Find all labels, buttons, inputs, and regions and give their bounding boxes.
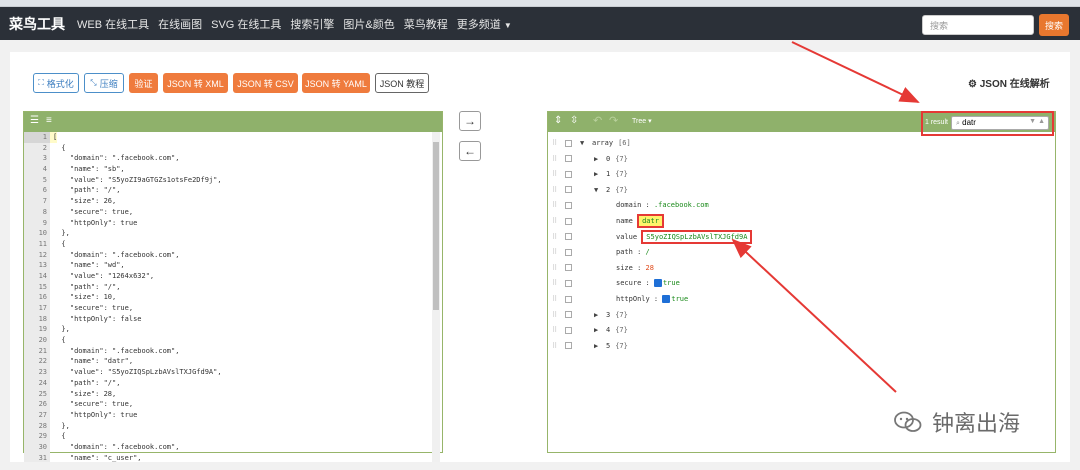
wechat-icon: [894, 411, 922, 432]
annotation-arrow-to-filter: [791, 41, 920, 103]
annotation-arrow-to-value: [731, 238, 897, 393]
annotation-arrows: [731, 41, 920, 393]
watermark: 钟离出海: [894, 406, 1020, 438]
watermark-text: 钟离出海: [932, 411, 1021, 436]
